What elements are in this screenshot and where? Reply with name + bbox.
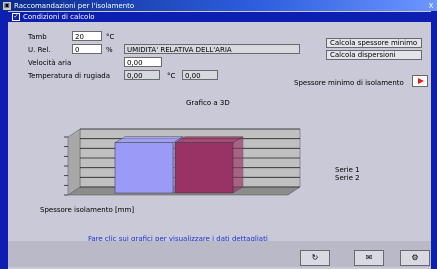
urel-input[interactable]: 0 bbox=[72, 44, 102, 54]
urel-unit: % bbox=[106, 46, 113, 54]
next-label: Spessore minimo di isolamento bbox=[294, 79, 404, 87]
calc-spessore-button[interactable]: Calcola spessore minimo bbox=[326, 38, 422, 48]
bar-side bbox=[232, 136, 244, 194]
legend-item-2: Serie 2 bbox=[335, 174, 360, 182]
bar-chart[interactable] bbox=[60, 121, 310, 211]
bar-front bbox=[174, 142, 234, 194]
velocita-input[interactable]: 0,00 bbox=[124, 57, 162, 67]
window-title: Raccomandazioni per l'isolamento bbox=[14, 1, 135, 10]
chart-xlabel: Spessore isolamento [mm] bbox=[40, 206, 135, 214]
bar-front bbox=[114, 142, 174, 194]
app-icon: ▣ bbox=[3, 1, 11, 10]
title-bar: ▣ Raccomandazioni per l'isolamento X bbox=[0, 0, 437, 11]
calc-dispersioni-button[interactable]: Calcola dispersioni bbox=[326, 50, 422, 60]
urel-info: UMIDITA' RELATIVA DELL'ARIA bbox=[124, 44, 300, 54]
next-arrow-button[interactable] bbox=[412, 75, 428, 87]
checkbox-icon[interactable]: ✓ bbox=[12, 13, 20, 21]
bar-top bbox=[174, 136, 244, 143]
window-body: ✓ Condizioni di calcolo Tamb 20 °C U. Re… bbox=[0, 11, 437, 269]
app-window: ▣ Raccomandazioni per l'isolamento X ✓ C… bbox=[0, 0, 437, 269]
right-border bbox=[431, 11, 437, 269]
urel-label: U. Rel. bbox=[28, 46, 51, 54]
rugiada-input-2[interactable]: 0,00 bbox=[182, 70, 218, 80]
section-header[interactable]: ✓ Condizioni di calcolo bbox=[8, 12, 431, 22]
left-border bbox=[0, 11, 8, 269]
tamb-unit: °C bbox=[106, 33, 115, 41]
rugiada-input-1[interactable]: 0,00 bbox=[124, 70, 160, 80]
close-button[interactable]: X bbox=[425, 2, 437, 10]
bar-1[interactable] bbox=[114, 136, 184, 194]
rugiada-unit: °C bbox=[167, 72, 176, 80]
bar-2[interactable] bbox=[174, 136, 244, 194]
chart-side-wall bbox=[67, 128, 81, 196]
chart-legend: Serie 1 Serie 2 bbox=[335, 166, 360, 182]
velocita-label: Velocità aria bbox=[28, 59, 72, 67]
settings-button[interactable]: ⚙ bbox=[400, 250, 430, 266]
chart-bars bbox=[114, 136, 244, 194]
section-header-label: Condizioni di calcolo bbox=[23, 13, 95, 21]
tamb-label: Tamb bbox=[28, 33, 47, 41]
mail-button[interactable]: ✉ bbox=[354, 250, 384, 266]
chart-title: Grafico a 3D bbox=[186, 99, 230, 107]
chart-ticks bbox=[64, 136, 68, 196]
refresh-button[interactable]: ↻ bbox=[300, 250, 330, 266]
rugiada-label: Temperatura di rugiada bbox=[28, 72, 111, 80]
tamb-input[interactable]: 20 bbox=[72, 31, 102, 41]
legend-item-1: Serie 1 bbox=[335, 166, 360, 174]
bar-top bbox=[114, 136, 184, 143]
